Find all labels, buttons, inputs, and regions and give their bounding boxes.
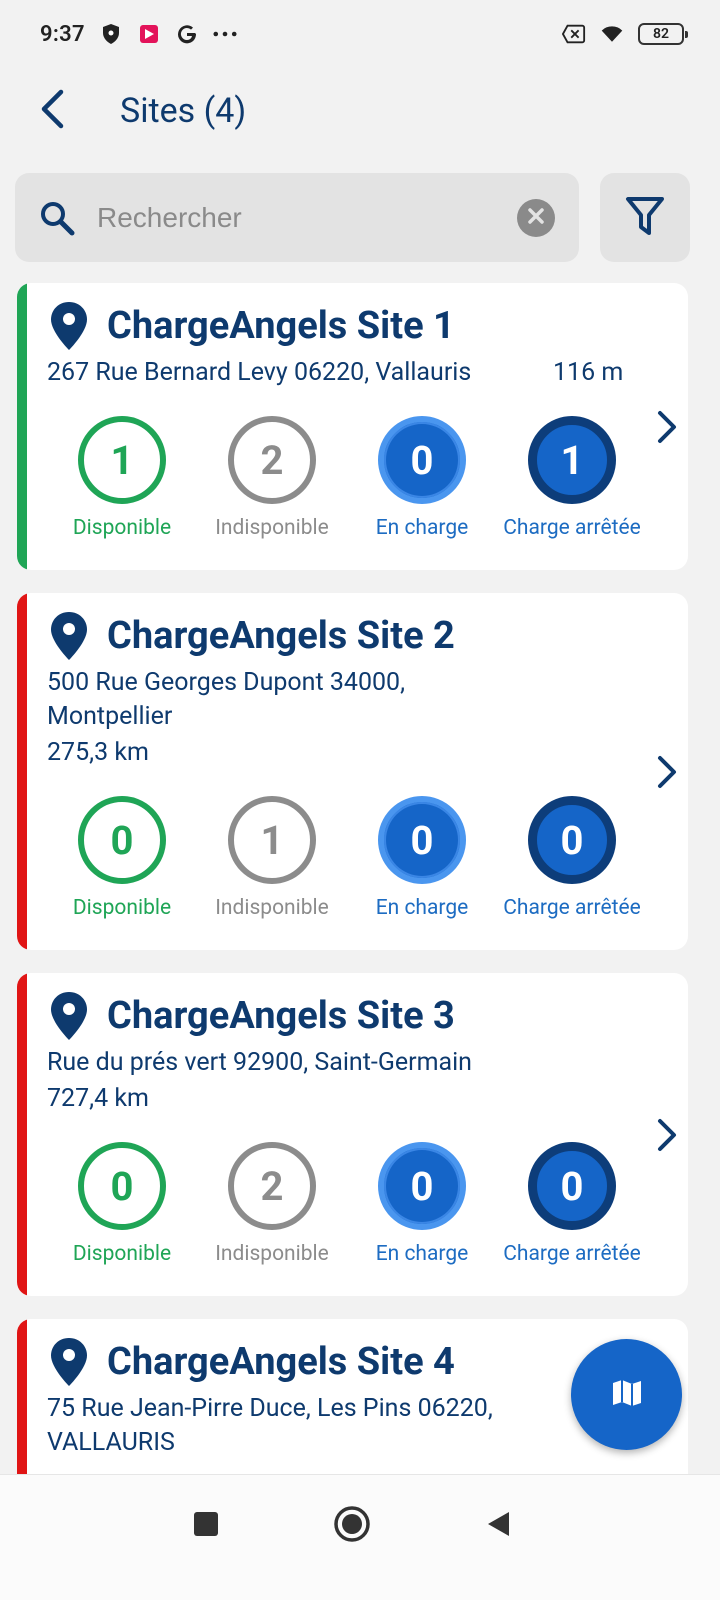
status-accent-bar: [17, 283, 27, 570]
map-icon: [611, 1378, 643, 1412]
site-card[interactable]: ChargeAngels Site 1 267 Rue Bernard Levy…: [17, 283, 688, 570]
triangle-back-icon: [485, 1510, 511, 1542]
search-icon: [37, 198, 77, 238]
stat-unavailable: 2 Indisponible: [197, 1142, 347, 1266]
charging-label: En charge: [375, 1242, 469, 1266]
stopped-label: Charge arrêtée: [503, 1242, 641, 1266]
available-label: Disponible: [72, 516, 172, 540]
status-accent-bar: [17, 1319, 27, 1479]
map-view-button[interactable]: [571, 1339, 682, 1450]
site-distance: 275,3 km: [47, 738, 149, 767]
system-nav-bar: [0, 1474, 720, 1600]
status-accent-bar: [17, 593, 27, 950]
charging-label: En charge: [375, 516, 469, 540]
site-address: 267 Rue Bernard Levy 06220, Vallauris: [47, 358, 472, 387]
back-button[interactable]: [22, 81, 82, 141]
chevron-right-icon: [652, 407, 682, 447]
unavailable-label: Indisponible: [215, 1242, 329, 1266]
stat-available: 1 Disponible: [47, 416, 197, 540]
site-name: ChargeAngels Site 2: [107, 614, 455, 658]
square-icon: [193, 1511, 219, 1541]
site-distance: 727,4 km: [47, 1084, 149, 1113]
stat-stopped: 1 Charge arrêtée: [497, 416, 647, 540]
stat-available: 0 Disponible: [47, 796, 197, 920]
filter-button[interactable]: [600, 173, 690, 262]
home-circle-icon: [333, 1505, 371, 1547]
app-header: Sites (4): [0, 70, 720, 152]
status-bar: 9:37 82: [0, 0, 720, 68]
connector-stats: 0 Disponible 1 Indisponible 0 En charge …: [47, 796, 647, 926]
location-pin-icon: [47, 1335, 91, 1389]
search-input[interactable]: [97, 201, 517, 234]
site-address-line1: 500 Rue Georges Dupont 34000,: [47, 668, 406, 697]
available-count: 0: [78, 1142, 166, 1230]
stat-unavailable: 2 Indisponible: [197, 416, 347, 540]
location-pin-icon: [47, 299, 91, 353]
back-nav-button[interactable]: [468, 1501, 528, 1551]
unavailable-label: Indisponible: [215, 896, 329, 920]
site-name: ChargeAngels Site 3: [107, 994, 455, 1038]
site-name: ChargeAngels Site 4: [107, 1340, 455, 1384]
stat-available: 0 Disponible: [47, 1142, 197, 1266]
status-accent-bar: [17, 973, 27, 1296]
page-title: Sites (4): [120, 91, 247, 131]
site-card[interactable]: ChargeAngels Site 3 Rue du prés vert 929…: [17, 973, 688, 1296]
available-count: 1: [78, 416, 166, 504]
stopped-count: 0: [528, 796, 616, 884]
charging-label: En charge: [375, 896, 469, 920]
site-address: Rue du prés vert 92900, Saint-Germain: [47, 1048, 472, 1077]
stat-stopped: 0 Charge arrêtée: [497, 796, 647, 920]
unavailable-label: Indisponible: [215, 516, 329, 540]
stat-unavailable: 1 Indisponible: [197, 796, 347, 920]
stopped-label: Charge arrêtée: [503, 516, 641, 540]
back-arrow-icon: [39, 89, 65, 133]
charging-count: 0: [378, 796, 466, 884]
chevron-right-icon: [652, 752, 682, 792]
charging-count: 0: [378, 416, 466, 504]
location-pin-icon: [47, 609, 91, 663]
google-icon: [175, 22, 199, 46]
search-bar: [15, 173, 579, 262]
connector-stats: 0 Disponible 2 Indisponible 0 En charge …: [47, 1142, 647, 1272]
more-dots-icon: [213, 22, 237, 46]
available-label: Disponible: [72, 1242, 172, 1266]
connector-stats: 1 Disponible 2 Indisponible 0 En charge …: [47, 416, 647, 546]
charging-count: 0: [378, 1142, 466, 1230]
available-count: 0: [78, 796, 166, 884]
location-pin-icon: [47, 989, 91, 1043]
stopped-count: 1: [528, 416, 616, 504]
site-address-line2: VALLAURIS: [47, 1428, 175, 1457]
stat-stopped: 0 Charge arrêtée: [497, 1142, 647, 1266]
site-name: ChargeAngels Site 1: [107, 304, 455, 348]
clear-search-button[interactable]: [517, 198, 555, 237]
recent-apps-button[interactable]: [176, 1501, 236, 1551]
site-card[interactable]: ChargeAngels Site 2 500 Rue Georges Dupo…: [17, 593, 688, 950]
stat-charging: 0 En charge: [347, 796, 497, 920]
available-label: Disponible: [72, 896, 172, 920]
site-address-line2: Montpellier: [47, 702, 173, 731]
unavailable-count: 1: [228, 796, 316, 884]
stopped-count: 0: [528, 1142, 616, 1230]
unavailable-count: 2: [228, 416, 316, 504]
battery-indicator: 82: [638, 23, 688, 45]
stat-charging: 0 En charge: [347, 1142, 497, 1266]
stat-charging: 0 En charge: [347, 416, 497, 540]
home-button[interactable]: [322, 1501, 382, 1551]
wifi-icon: [600, 22, 624, 46]
unavailable-count: 2: [228, 1142, 316, 1230]
status-time: 9:37: [40, 21, 85, 47]
site-distance: 116 m: [553, 358, 624, 387]
stopped-label: Charge arrêtée: [503, 896, 641, 920]
chevron-right-icon: [652, 1115, 682, 1155]
filter-icon: [625, 195, 665, 241]
clear-icon: [527, 207, 545, 229]
app-notification-icon: [137, 22, 161, 46]
no-sim-icon: [562, 22, 586, 46]
shield-icon: [99, 22, 123, 46]
site-address-line1: 75 Rue Jean-Pirre Duce, Les Pins 06220,: [47, 1394, 493, 1423]
